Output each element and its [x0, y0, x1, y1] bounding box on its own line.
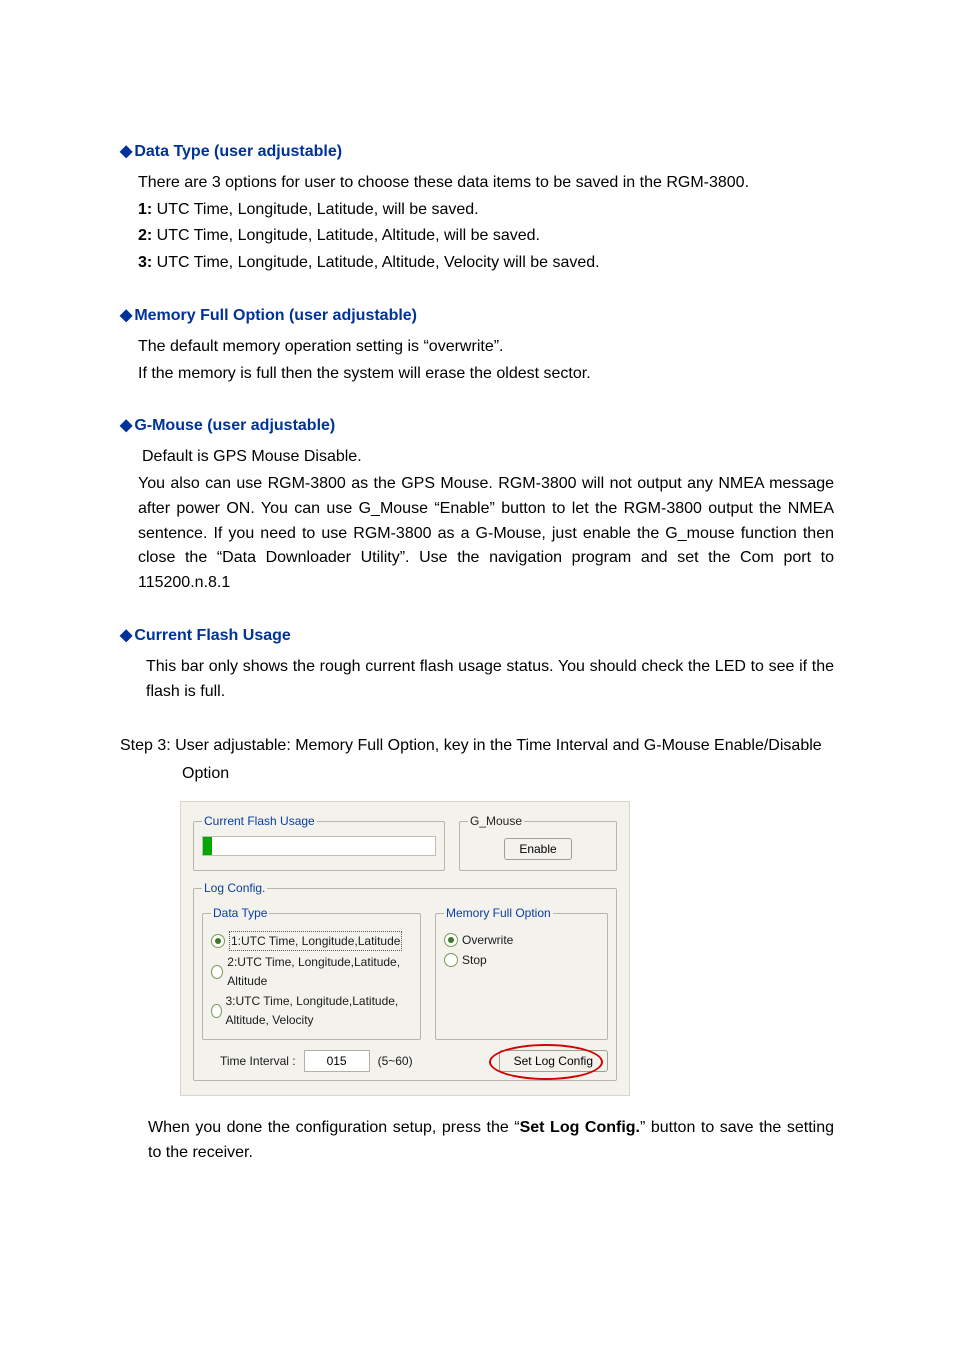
heading-current-flash-text: Current Flash Usage — [134, 627, 290, 644]
section-memory-full: ◆Memory Full Option (user adjustable) Th… — [120, 304, 834, 386]
list-text: UTC Time, Longitude, Latitude, Altitude,… — [152, 254, 599, 271]
heading-current-flash: ◆Current Flash Usage — [120, 624, 834, 649]
legend-flash-usage: Current Flash Usage — [202, 812, 317, 831]
fieldset-flash-usage: Current Flash Usage — [193, 812, 445, 872]
heading-gmouse-text: G-Mouse (user adjustable) — [134, 417, 335, 434]
list-text: UTC Time, Longitude, Latitude, will be s… — [152, 201, 478, 218]
after-bold: Set Log Config. — [520, 1119, 640, 1136]
list-item: 1: UTC Time, Longitude, Latitude, will b… — [138, 198, 834, 223]
diamond-icon: ◆ — [120, 143, 132, 160]
list-item: 3: UTC Time, Longitude, Latitude, Altitu… — [138, 251, 834, 276]
fieldset-data-type: Data Type 1:UTC Time, Longitude,Latitude… — [202, 904, 421, 1041]
legend-memory-full: Memory Full Option — [444, 904, 553, 923]
after-pre: When you done the configuration setup, p… — [148, 1119, 520, 1136]
set-log-wrap: Set Log Config — [499, 1050, 608, 1072]
list-item: 2: UTC Time, Longitude, Latitude, Altitu… — [138, 224, 834, 249]
time-interval-range: (5~60) — [378, 1052, 413, 1071]
section-current-flash: ◆Current Flash Usage This bar only shows… — [120, 624, 834, 704]
radio-selected-icon — [444, 933, 458, 947]
section-data-type: ◆Data Type (user adjustable) There are 3… — [120, 140, 834, 276]
radio-stop[interactable]: Stop — [444, 951, 599, 970]
radio-label-overwrite: Overwrite — [462, 931, 513, 950]
radio-icon — [211, 1004, 222, 1018]
heading-data-type: ◆Data Type (user adjustable) — [120, 140, 834, 165]
dialog-panel: Current Flash Usage G_Mouse Enable Log C… — [180, 801, 630, 1097]
step-3-text: Step 3: User adjustable: Memory Full Opt… — [132, 732, 834, 786]
paragraph: You also can use RGM-3800 as the GPS Mou… — [138, 472, 834, 596]
list-number: 2: — [138, 227, 152, 244]
section-gmouse: ◆G-Mouse (user adjustable) Default is GP… — [120, 414, 834, 596]
after-dialog-text: When you done the configuration setup, p… — [148, 1116, 834, 1166]
paragraph: If the memory is full then the system wi… — [138, 362, 834, 387]
set-log-config-button[interactable]: Set Log Config — [499, 1050, 608, 1072]
legend-gmouse: G_Mouse — [468, 812, 524, 831]
paragraph: Default is GPS Mouse Disable. — [142, 445, 834, 470]
fieldset-log-config: Log Config. Data Type 1:UTC Time, Longit… — [193, 879, 617, 1081]
paragraph: There are 3 options for user to choose t… — [138, 171, 834, 196]
radio-icon — [444, 953, 458, 967]
heading-memory-full: ◆Memory Full Option (user adjustable) — [120, 304, 834, 329]
fieldset-gmouse: G_Mouse Enable — [459, 812, 617, 872]
diamond-icon: ◆ — [120, 627, 132, 644]
dialog-screenshot: Current Flash Usage G_Mouse Enable Log C… — [180, 801, 834, 1097]
paragraph: The default memory operation setting is … — [138, 335, 834, 360]
time-interval-label: Time Interval : — [220, 1052, 296, 1071]
legend-data-type: Data Type — [211, 904, 269, 923]
radio-label-2: 2:UTC Time, Longitude,Latitude, Altitude — [227, 953, 412, 990]
diamond-icon: ◆ — [120, 417, 132, 434]
radio-option-2[interactable]: 2:UTC Time, Longitude,Latitude, Altitude — [211, 953, 412, 990]
list-number: 3: — [138, 254, 152, 271]
radio-option-3[interactable]: 3:UTC Time, Longitude,Latitude, Altitude… — [211, 992, 412, 1029]
list-text: UTC Time, Longitude, Latitude, Altitude,… — [152, 227, 540, 244]
fieldset-memory-full: Memory Full Option Overwrite Stop — [435, 904, 608, 1041]
heading-gmouse: ◆G-Mouse (user adjustable) — [120, 414, 834, 439]
enable-button[interactable]: Enable — [504, 838, 571, 860]
radio-label-stop: Stop — [462, 951, 487, 970]
heading-data-type-text: Data Type (user adjustable) — [134, 143, 342, 160]
flash-progress-fill — [203, 837, 212, 855]
radio-label-3: 3:UTC Time, Longitude,Latitude, Altitude… — [226, 992, 413, 1029]
radio-selected-icon — [211, 934, 225, 948]
radio-overwrite[interactable]: Overwrite — [444, 931, 599, 950]
diamond-icon: ◆ — [120, 307, 132, 324]
flash-progress-bar — [202, 836, 436, 856]
heading-memory-full-text: Memory Full Option (user adjustable) — [134, 307, 417, 324]
radio-label-1: 1:UTC Time, Longitude,Latitude — [229, 931, 402, 952]
radio-option-1[interactable]: 1:UTC Time, Longitude,Latitude — [211, 931, 412, 952]
legend-log-config: Log Config. — [202, 879, 267, 898]
list-number: 1: — [138, 201, 152, 218]
time-interval-input[interactable] — [304, 1050, 370, 1072]
radio-icon — [211, 965, 223, 979]
paragraph: This bar only shows the rough current fl… — [146, 655, 834, 705]
